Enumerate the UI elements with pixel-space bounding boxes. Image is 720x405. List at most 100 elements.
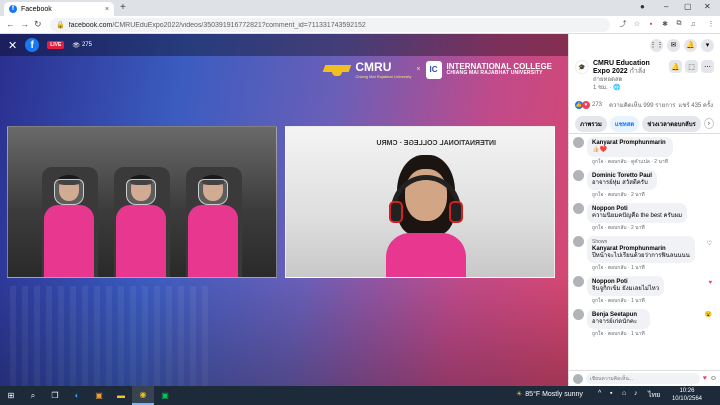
comment-text: ปีหน้าจะไปเรียนด้วยว่าการฟินลนนนน (592, 253, 690, 259)
presenter-with-headset (381, 155, 471, 277)
messenger-icon[interactable]: ✉ (667, 38, 680, 52)
forward-icon[interactable]: → (20, 19, 29, 29)
comment-input[interactable] (586, 373, 700, 384)
back-icon[interactable]: ← (6, 19, 15, 29)
star-icon[interactable]: ☆ (632, 19, 642, 29)
tab-live-chat[interactable]: แชทสด (609, 115, 640, 132)
avatar (573, 373, 583, 384)
search-icon[interactable]: ⌕ (22, 386, 44, 405)
comment-author[interactable]: Kanyarat Promphunmarin (592, 246, 690, 253)
comment-actions[interactable]: ถูกใจ · ตอบกลับ · 1 นาที (587, 296, 664, 306)
share-count[interactable]: แชร์ 435 ครั้ง (678, 100, 713, 110)
close-video-icon[interactable]: ✕ (8, 39, 17, 52)
comment-actions[interactable]: ถูกใจ · ตอบกลับ · 2 นาที (587, 223, 687, 233)
windows-start-icon[interactable]: ⊞ (0, 386, 22, 405)
video-top-bar: ✕ f LIVE 👁 275 (0, 34, 568, 56)
emoji-icon[interactable]: ☺ (710, 375, 717, 382)
media-player-icon[interactable]: ▣ (88, 386, 110, 405)
task-view-icon[interactable]: ❐ (44, 386, 66, 405)
sidebar-top-actions: ⋮⋮ ✉ 🔔 ▾ (569, 34, 720, 56)
comment-count[interactable]: ความคิดเห็น 999 รายการ (609, 100, 675, 110)
avatar[interactable] (573, 236, 584, 247)
comment-actions[interactable]: ถูกใจ · ตอบกลับ · 1 นาที (587, 329, 650, 339)
share-icon[interactable]: ⤴ (618, 19, 628, 29)
live-status-text: ถ่ายทอดสด (593, 77, 623, 83)
comment-text: อาจารย์เก่ดนักคะ (592, 319, 638, 325)
reaction-count[interactable]: 273 (592, 102, 602, 108)
comment-text: ความนิยมคปัญคือ the best ครับผม (592, 213, 683, 219)
list-item: Benja Seetapun อาจารย์เก่ดนักคะ ถูกใจ · ต… (573, 309, 716, 339)
comment-actions[interactable]: ถูกใจ · ตอบกลับ · ดูคำแปล · 2 นาที (587, 157, 673, 167)
edge-icon[interactable]: ◐ (66, 386, 88, 405)
tab-overview[interactable]: ภาพรวม (575, 115, 607, 132)
notifications-bell-icon[interactable]: 🔔 (684, 38, 697, 52)
line-app-icon[interactable]: ▣ (154, 386, 176, 405)
list-item: Noppon Poti จินจูกิกเข้ม ยังมเลยไม่ไหว ถู… (573, 276, 716, 306)
address-bar[interactable]: 🔒 facebook.com/CMRUEduExpo2022/videos/35… (50, 18, 610, 32)
account-menu-chevron-icon[interactable]: ▾ (701, 38, 714, 52)
file-explorer-icon[interactable]: ▬ (110, 386, 132, 405)
language-indicator[interactable]: ไทย (648, 390, 660, 401)
list-item: Shown Kanyarat Promphunmarin ปีหน้าจะไปเรี… (573, 236, 716, 273)
avatar[interactable] (573, 276, 584, 287)
reaction-stats: 👍 ♥ 273 ความคิดเห็น 999 รายการ แชร์ 435 … (569, 96, 720, 114)
media-icon[interactable]: ♫ (688, 19, 698, 29)
menu-kebab-icon[interactable]: ⋮ (706, 19, 716, 29)
comment-author[interactable]: Noppon Poti (592, 206, 682, 213)
pdf-extension-icon[interactable]: ▪ (646, 19, 656, 29)
tab-close-icon[interactable]: × (105, 6, 109, 13)
windows-taskbar: ⊞ ⌕ ❐ ◐ ▣ ▬ ◉ ▣ ☀ 85°F Mostly sunny ^ ▪ ⌂… (0, 386, 720, 405)
camera-frame-students (7, 126, 277, 278)
comment-text: จินจูกิกเข้ม ยังมเลยไม่ไหว (592, 286, 660, 292)
chevron-right-icon[interactable]: › (703, 118, 714, 129)
apps-grid-icon[interactable]: ⋮⋮ (650, 38, 664, 52)
browser-tab-facebook[interactable]: f Facebook × (4, 2, 114, 16)
list-item: Dominic Toretto Paul อาจารย์หุ่ม สวัสดีคร… (573, 170, 716, 200)
profile-icon[interactable]: ● (640, 2, 645, 11)
live-badge: LIVE (47, 41, 65, 49)
comment-author[interactable]: Benja Seetapun (592, 312, 645, 319)
minimize-icon[interactable]: – (664, 2, 668, 11)
close-window-icon[interactable]: ✕ (704, 2, 711, 11)
tab-title: Facebook (21, 5, 52, 13)
list-item: Noppon Poti ความนิยมคปัญคือ the best ครับ… (573, 203, 716, 233)
international-college-logo-text: INTERNATIONAL COLLEGE CHIANG MAI RAJABHA… (446, 62, 552, 76)
comment-author[interactable]: Noppon Poti (592, 279, 659, 286)
heart-reaction-button[interactable]: ♥ (703, 375, 707, 382)
reload-icon[interactable]: ↻ (34, 19, 42, 30)
comment-author[interactable]: Kanyarat Promphunmarin (592, 140, 668, 147)
avatar[interactable] (573, 170, 584, 181)
student-with-face-shield (40, 175, 98, 277)
bell-icon[interactable]: 🔔 (669, 60, 682, 73)
comment-actions[interactable]: ถูกใจ · ตอบกลับ · 2 นาที (587, 190, 657, 200)
college-crest-icon: IC (425, 60, 442, 79)
volume-icon[interactable]: ♪ (634, 390, 638, 397)
tab-reply-moments[interactable]: ช่วงเวลาตอบกลับร (642, 115, 701, 132)
comment-actions[interactable]: ถูกใจ · ตอบกลับ · 1 นาที (587, 263, 695, 273)
chrome-icon[interactable]: ◉ (132, 386, 154, 405)
maximize-icon[interactable]: ▢ (684, 2, 692, 11)
comment-text: อาจารย์หุ่ม สวัสดีครับ (592, 180, 648, 186)
avatar[interactable] (573, 203, 584, 214)
network-icon[interactable]: ⌂ (622, 390, 626, 397)
system-clock[interactable]: 10:26 10/10/2564 (672, 387, 702, 403)
live-video-player[interactable]: ✕ f LIVE 👁 275 CMRU Chiang Mai Rajabhat U… (0, 34, 568, 386)
page-avatar-cap-icon[interactable]: 🎓 (575, 60, 589, 74)
facebook-logo-icon[interactable]: f (25, 38, 40, 52)
page-name[interactable]: CMRU Education Expo 2022 กำลัง (593, 60, 665, 76)
cmru-logo-text: CMRU Chiang Mai Rajabhat University (355, 60, 412, 79)
avatar[interactable] (573, 309, 584, 320)
reaction-icons[interactable]: 👍 ♥ (575, 101, 590, 109)
save-icon[interactable]: ⬚ (685, 60, 698, 73)
tray-app-icon[interactable]: ▪ (610, 390, 612, 397)
comment-filter-tabs: ภาพรวม แชทสด ช่วงเวลาตอบกลับร › (569, 114, 720, 134)
puzzle-icon[interactable]: ⧉ (674, 19, 684, 29)
more-options-icon[interactable]: ⋯ (701, 60, 714, 73)
extension-icon[interactable]: ✱ (660, 19, 670, 29)
student-with-face-shield (112, 175, 170, 277)
comment-author[interactable]: Dominic Toretto Paul (592, 173, 652, 180)
avatar[interactable] (573, 137, 584, 148)
tray-chevron-icon[interactable]: ^ (598, 390, 601, 397)
weather-widget[interactable]: ☀ 85°F Mostly sunny (516, 390, 583, 399)
new-tab-button[interactable]: + (120, 2, 126, 13)
